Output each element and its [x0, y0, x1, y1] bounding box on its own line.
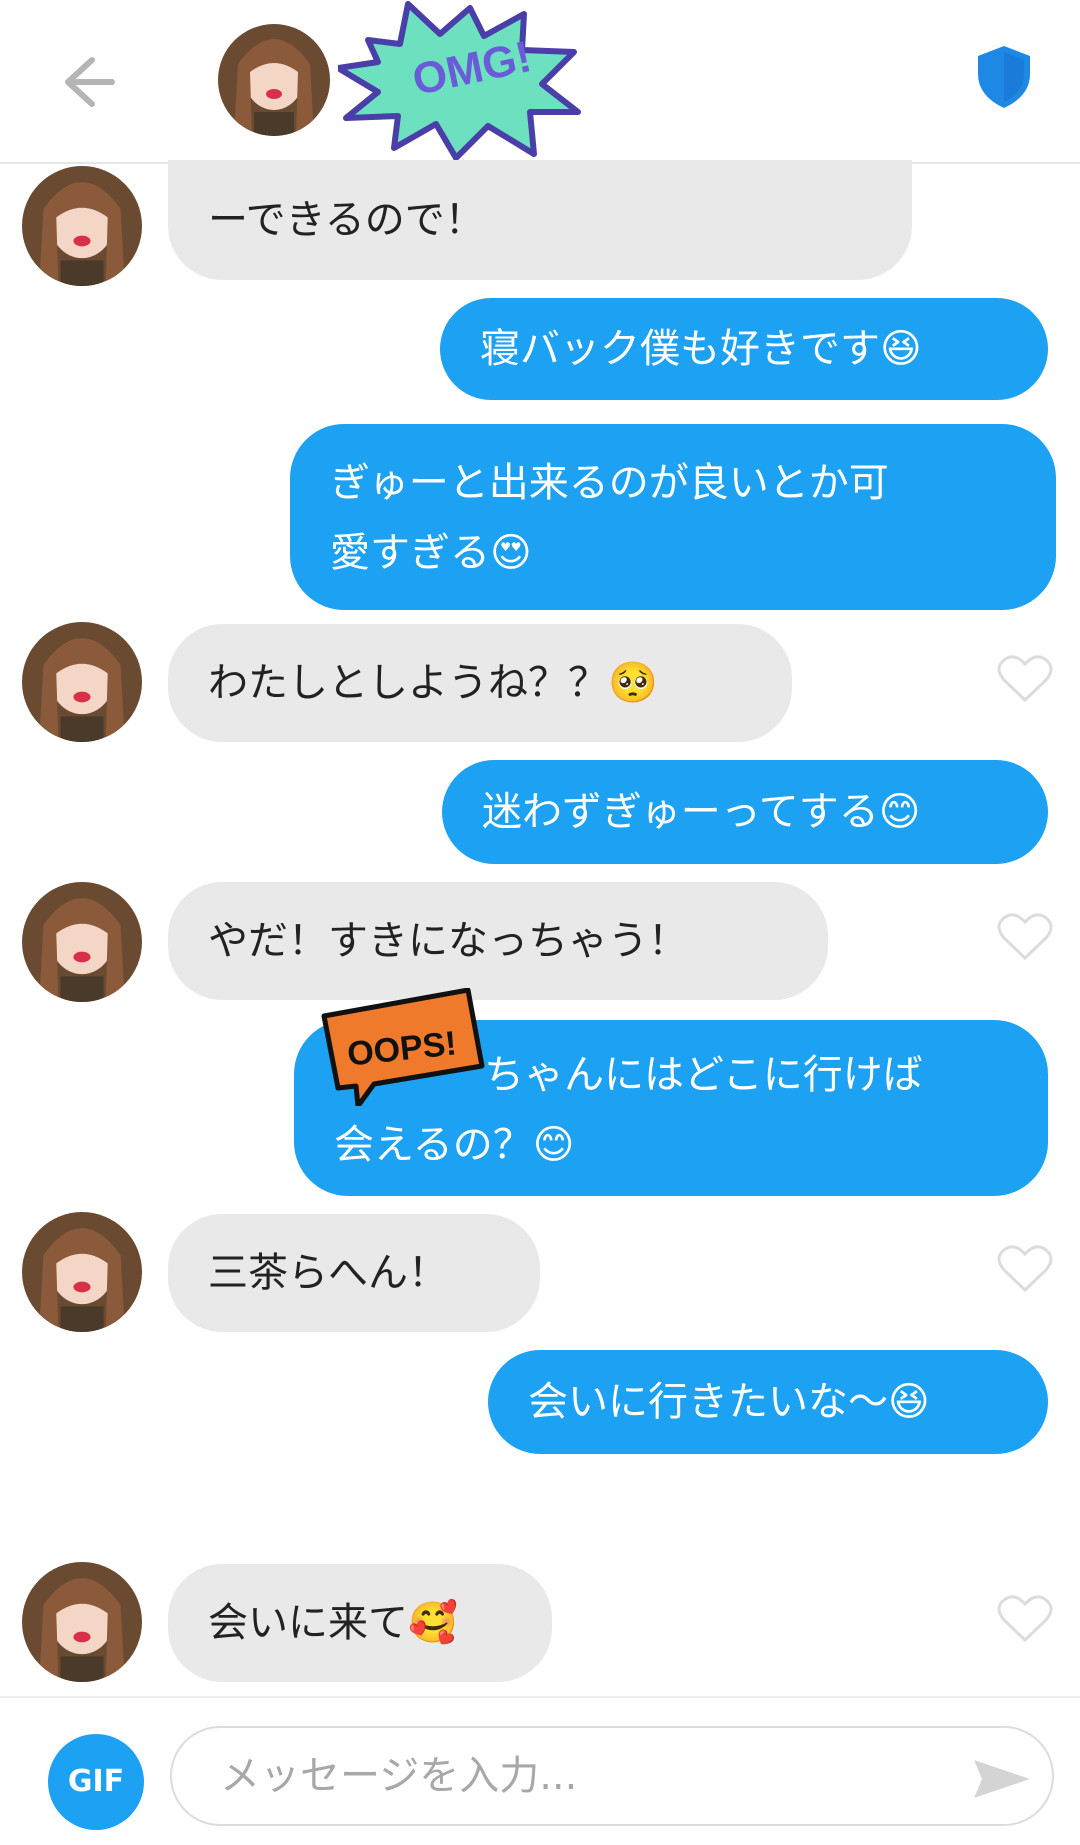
message-bubble-incoming[interactable]: 会いに来て🥰: [168, 1564, 552, 1682]
like-heart-icon[interactable]: [996, 1242, 1054, 1294]
sender-avatar[interactable]: [22, 166, 142, 286]
message-bubble-outgoing[interactable]: 会いに行きたいな〜😆: [488, 1350, 1048, 1454]
gif-button[interactable]: GIF: [48, 1734, 144, 1830]
message-text: 寝バック僕も好きです😆: [480, 326, 922, 372]
message-bubble-outgoing[interactable]: ぎゅーと出来るのが良いとか可 愛すぎる😍: [290, 424, 1056, 610]
like-heart-icon[interactable]: [996, 1592, 1054, 1644]
message-bubble-incoming[interactable]: やだ！すきになっちゃう！: [168, 882, 828, 1000]
message-text-line: 会えるの？😊: [334, 1122, 575, 1168]
message-bubble-incoming[interactable]: ーできるので！: [168, 160, 912, 280]
sender-avatar[interactable]: [22, 882, 142, 1002]
message-text: ーできるので！: [208, 197, 485, 243]
message-text: 迷わずぎゅーってする😊: [482, 789, 921, 835]
message-text: 三茶らへん！: [208, 1250, 448, 1296]
sender-avatar[interactable]: [22, 1212, 142, 1332]
message-text: 会いに来て🥰: [208, 1600, 458, 1646]
like-heart-icon[interactable]: [996, 910, 1054, 962]
send-icon[interactable]: [972, 1758, 1032, 1800]
message-text-line: ちゃんにはどこに行けば: [484, 1052, 923, 1098]
message-text-line: 愛すぎる😍: [330, 530, 532, 576]
message-composer: GIF メッセージを入力...: [0, 1696, 1080, 1845]
message-text: わたしとしようね？？🥺: [208, 660, 658, 706]
like-heart-icon[interactable]: [996, 652, 1054, 704]
message-input[interactable]: メッセージを入力...: [170, 1726, 1054, 1826]
sender-avatar[interactable]: [22, 622, 142, 742]
message-bubble-outgoing[interactable]: 寝バック僕も好きです😆: [440, 298, 1048, 400]
sender-avatar[interactable]: [22, 1562, 142, 1682]
message-bubble-incoming[interactable]: わたしとしようね？？🥺: [168, 624, 792, 742]
match-avatar[interactable]: [218, 24, 330, 136]
message-text-line: ぎゅーと出来るのが良いとか可: [330, 460, 889, 506]
message-bubble-outgoing[interactable]: 迷わずぎゅーってする😊: [442, 760, 1048, 864]
back-arrow-icon[interactable]: [52, 50, 116, 114]
message-input-placeholder: メッセージを入力...: [220, 1753, 578, 1799]
shield-icon[interactable]: [976, 44, 1032, 110]
message-bubble-incoming[interactable]: 三茶らへん！: [168, 1214, 540, 1332]
chat-header: OMG!: [0, 0, 1080, 164]
message-text: 会いに行きたいな〜😆: [528, 1379, 930, 1425]
message-text: やだ！すきになっちゃう！: [208, 918, 688, 964]
